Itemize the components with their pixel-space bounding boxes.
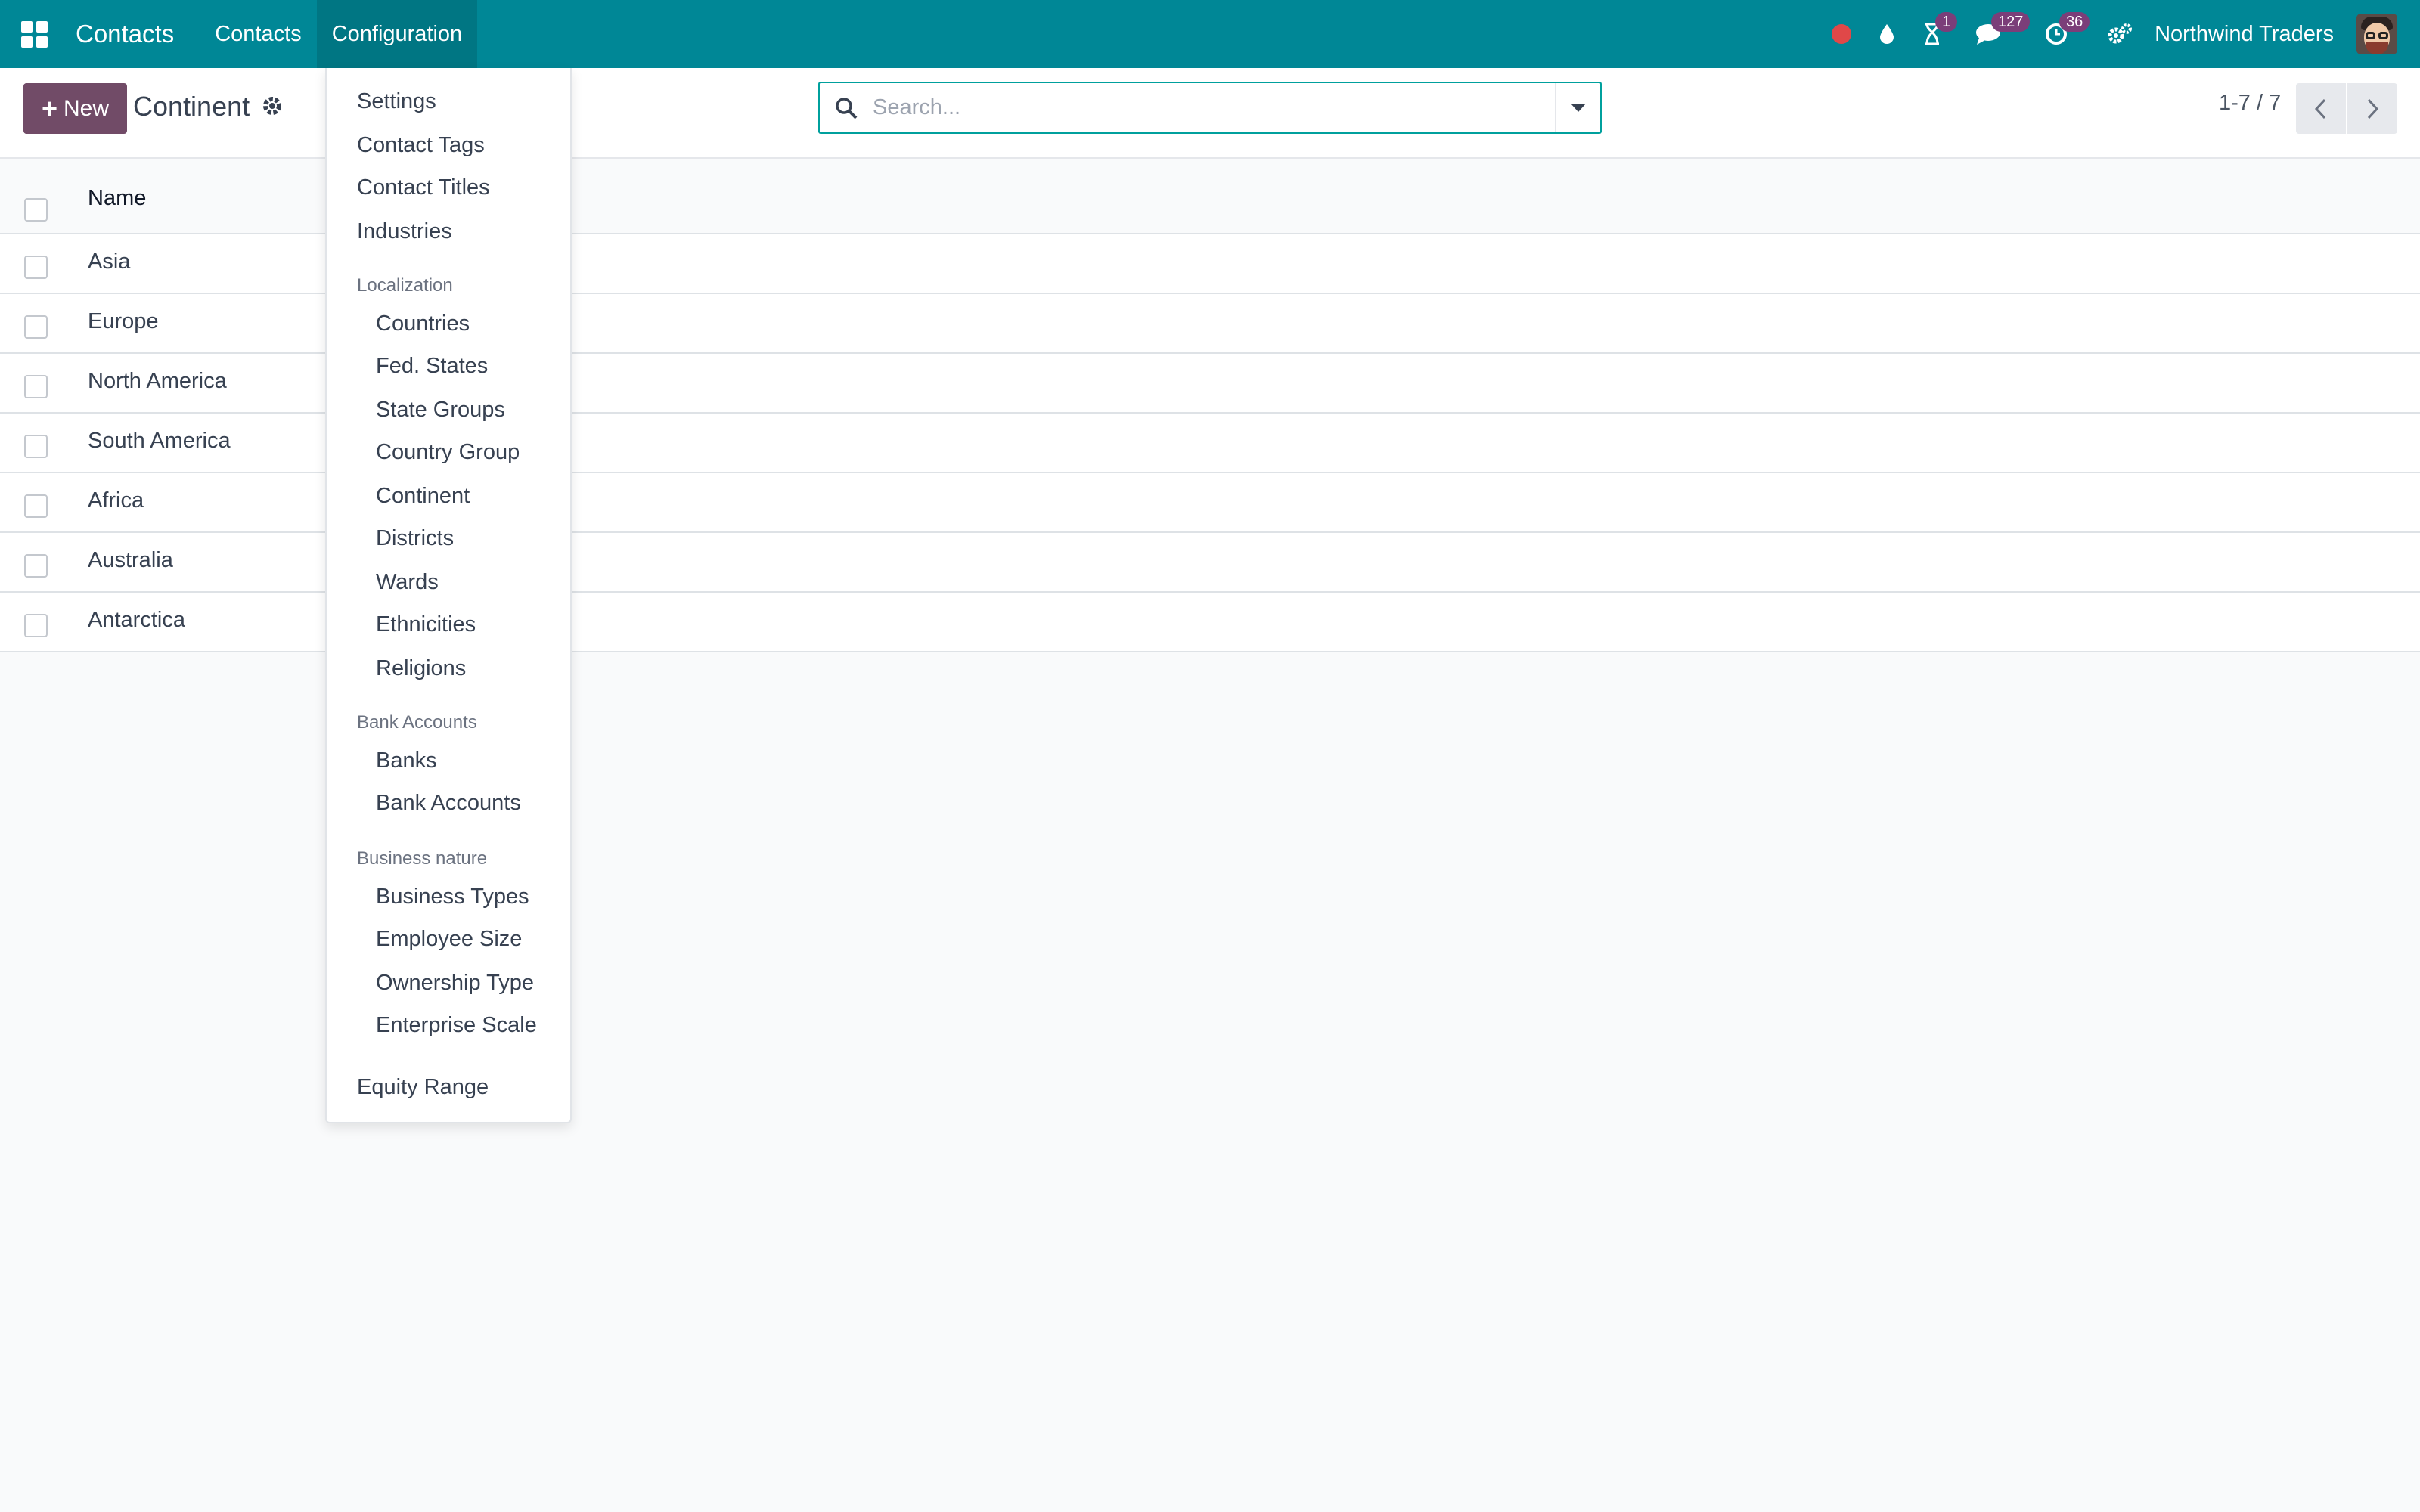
menu-item-countries[interactable]: Countries: [376, 311, 470, 336]
menu-item-state-groups[interactable]: State Groups: [376, 398, 505, 423]
page-title: Continent: [133, 91, 250, 122]
company-switcher[interactable]: Northwind Traders: [2155, 22, 2334, 47]
timer-badge: 36: [2059, 12, 2090, 32]
menu-item-contact-tags[interactable]: Contact Tags: [357, 133, 485, 158]
new-button[interactable]: + New: [23, 83, 127, 134]
user-avatar[interactable]: [2356, 14, 2397, 54]
menu-item-banks[interactable]: Banks: [376, 748, 437, 773]
menu-item-bank-accounts[interactable]: Bank Accounts: [376, 791, 521, 816]
settings-menu-button[interactable]: [2105, 0, 2135, 68]
row-checkbox[interactable]: [24, 375, 48, 398]
pager-previous-button[interactable]: [2296, 83, 2346, 134]
menu-item-ethnicities[interactable]: Ethnicities: [376, 612, 476, 637]
menu-item-employee-size[interactable]: Employee Size: [376, 927, 522, 952]
caret-down-icon: [1571, 104, 1586, 112]
menu-section-bank-accounts: Bank Accounts: [357, 712, 477, 733]
apps-grid-icon: [20, 20, 48, 48]
select-all-checkbox[interactable]: [24, 198, 48, 222]
plus-icon: +: [41, 92, 57, 124]
pager-next-button[interactable]: [2347, 83, 2397, 134]
row-name: South America: [88, 429, 231, 453]
menu-item-religions[interactable]: Religions: [376, 656, 466, 681]
messages-button[interactable]: 127: [1973, 0, 2031, 68]
configuration-dropdown: Settings Contact Tags Contact Titles Ind…: [325, 68, 572, 1123]
search-options-toggle[interactable]: [1555, 83, 1600, 132]
row-name: Antarctica: [88, 608, 185, 632]
row-checkbox[interactable]: [24, 614, 48, 637]
record-dot-icon: [1832, 24, 1852, 44]
row-checkbox[interactable]: [24, 315, 48, 339]
menu-item-continent[interactable]: Continent: [376, 484, 470, 509]
row-checkbox[interactable]: [24, 494, 48, 518]
timer-button[interactable]: 36: [2041, 0, 2090, 68]
menu-section-business-nature: Business nature: [357, 848, 488, 869]
app-brand[interactable]: Contacts: [76, 20, 174, 48]
menu-item-business-types[interactable]: Business Types: [376, 885, 529, 909]
activities-button[interactable]: 1: [1917, 0, 1958, 68]
menu-item-contact-titles[interactable]: Contact Titles: [357, 175, 490, 200]
drop-tool-button[interactable]: [1872, 0, 1902, 68]
recording-indicator[interactable]: [1826, 0, 1857, 68]
gears-icon: [2108, 23, 2133, 44]
search-bar: [818, 82, 1602, 134]
row-name: North America: [88, 369, 227, 393]
menu-item-districts[interactable]: Districts: [376, 526, 454, 551]
row-name: Asia: [88, 249, 131, 274]
messages-badge: 127: [1991, 12, 2031, 32]
menu-section-localization: Localization: [357, 275, 453, 296]
chevron-right-icon: [2367, 98, 2379, 119]
pager-value[interactable]: 1-7 / 7: [2219, 91, 2281, 116]
menu-item-settings[interactable]: Settings: [357, 89, 436, 114]
row-checkbox[interactable]: [24, 435, 48, 458]
row-name: Europe: [88, 309, 159, 333]
row-name: Africa: [88, 488, 144, 513]
actions-gear-button[interactable]: [262, 95, 283, 120]
search-input[interactable]: [873, 95, 1555, 120]
row-checkbox[interactable]: [24, 554, 48, 578]
menu-item-ownership-type[interactable]: Ownership Type: [376, 971, 534, 996]
apps-menu-button[interactable]: [0, 0, 68, 68]
menu-item-country-group[interactable]: Country Group: [376, 440, 520, 465]
menu-item-industries[interactable]: Industries: [357, 219, 452, 244]
menu-item-equity-range[interactable]: Equity Range: [357, 1075, 489, 1100]
nav-menu-configuration[interactable]: Configuration: [316, 0, 478, 68]
nav-menu-contacts[interactable]: Contacts: [200, 0, 316, 68]
column-header-name[interactable]: Name: [88, 186, 146, 211]
menu-item-enterprise-scale[interactable]: Enterprise Scale: [376, 1013, 537, 1038]
systray: 1 127 36 Northwind Traders: [1811, 0, 2397, 68]
row-name: Australia: [88, 548, 173, 572]
chevron-left-icon: [2314, 98, 2326, 119]
menu-item-wards[interactable]: Wards: [376, 570, 439, 595]
top-navbar: Contacts Contacts Configuration 1 127 36…: [0, 0, 2420, 68]
activities-badge: 1: [1935, 12, 1958, 32]
search-icon: [820, 96, 873, 120]
new-button-label: New: [64, 95, 110, 121]
gear-icon: [263, 97, 281, 115]
menu-item-fed-states[interactable]: Fed. States: [376, 354, 488, 379]
water-drop-icon: [1880, 24, 1894, 44]
row-checkbox[interactable]: [24, 256, 48, 279]
